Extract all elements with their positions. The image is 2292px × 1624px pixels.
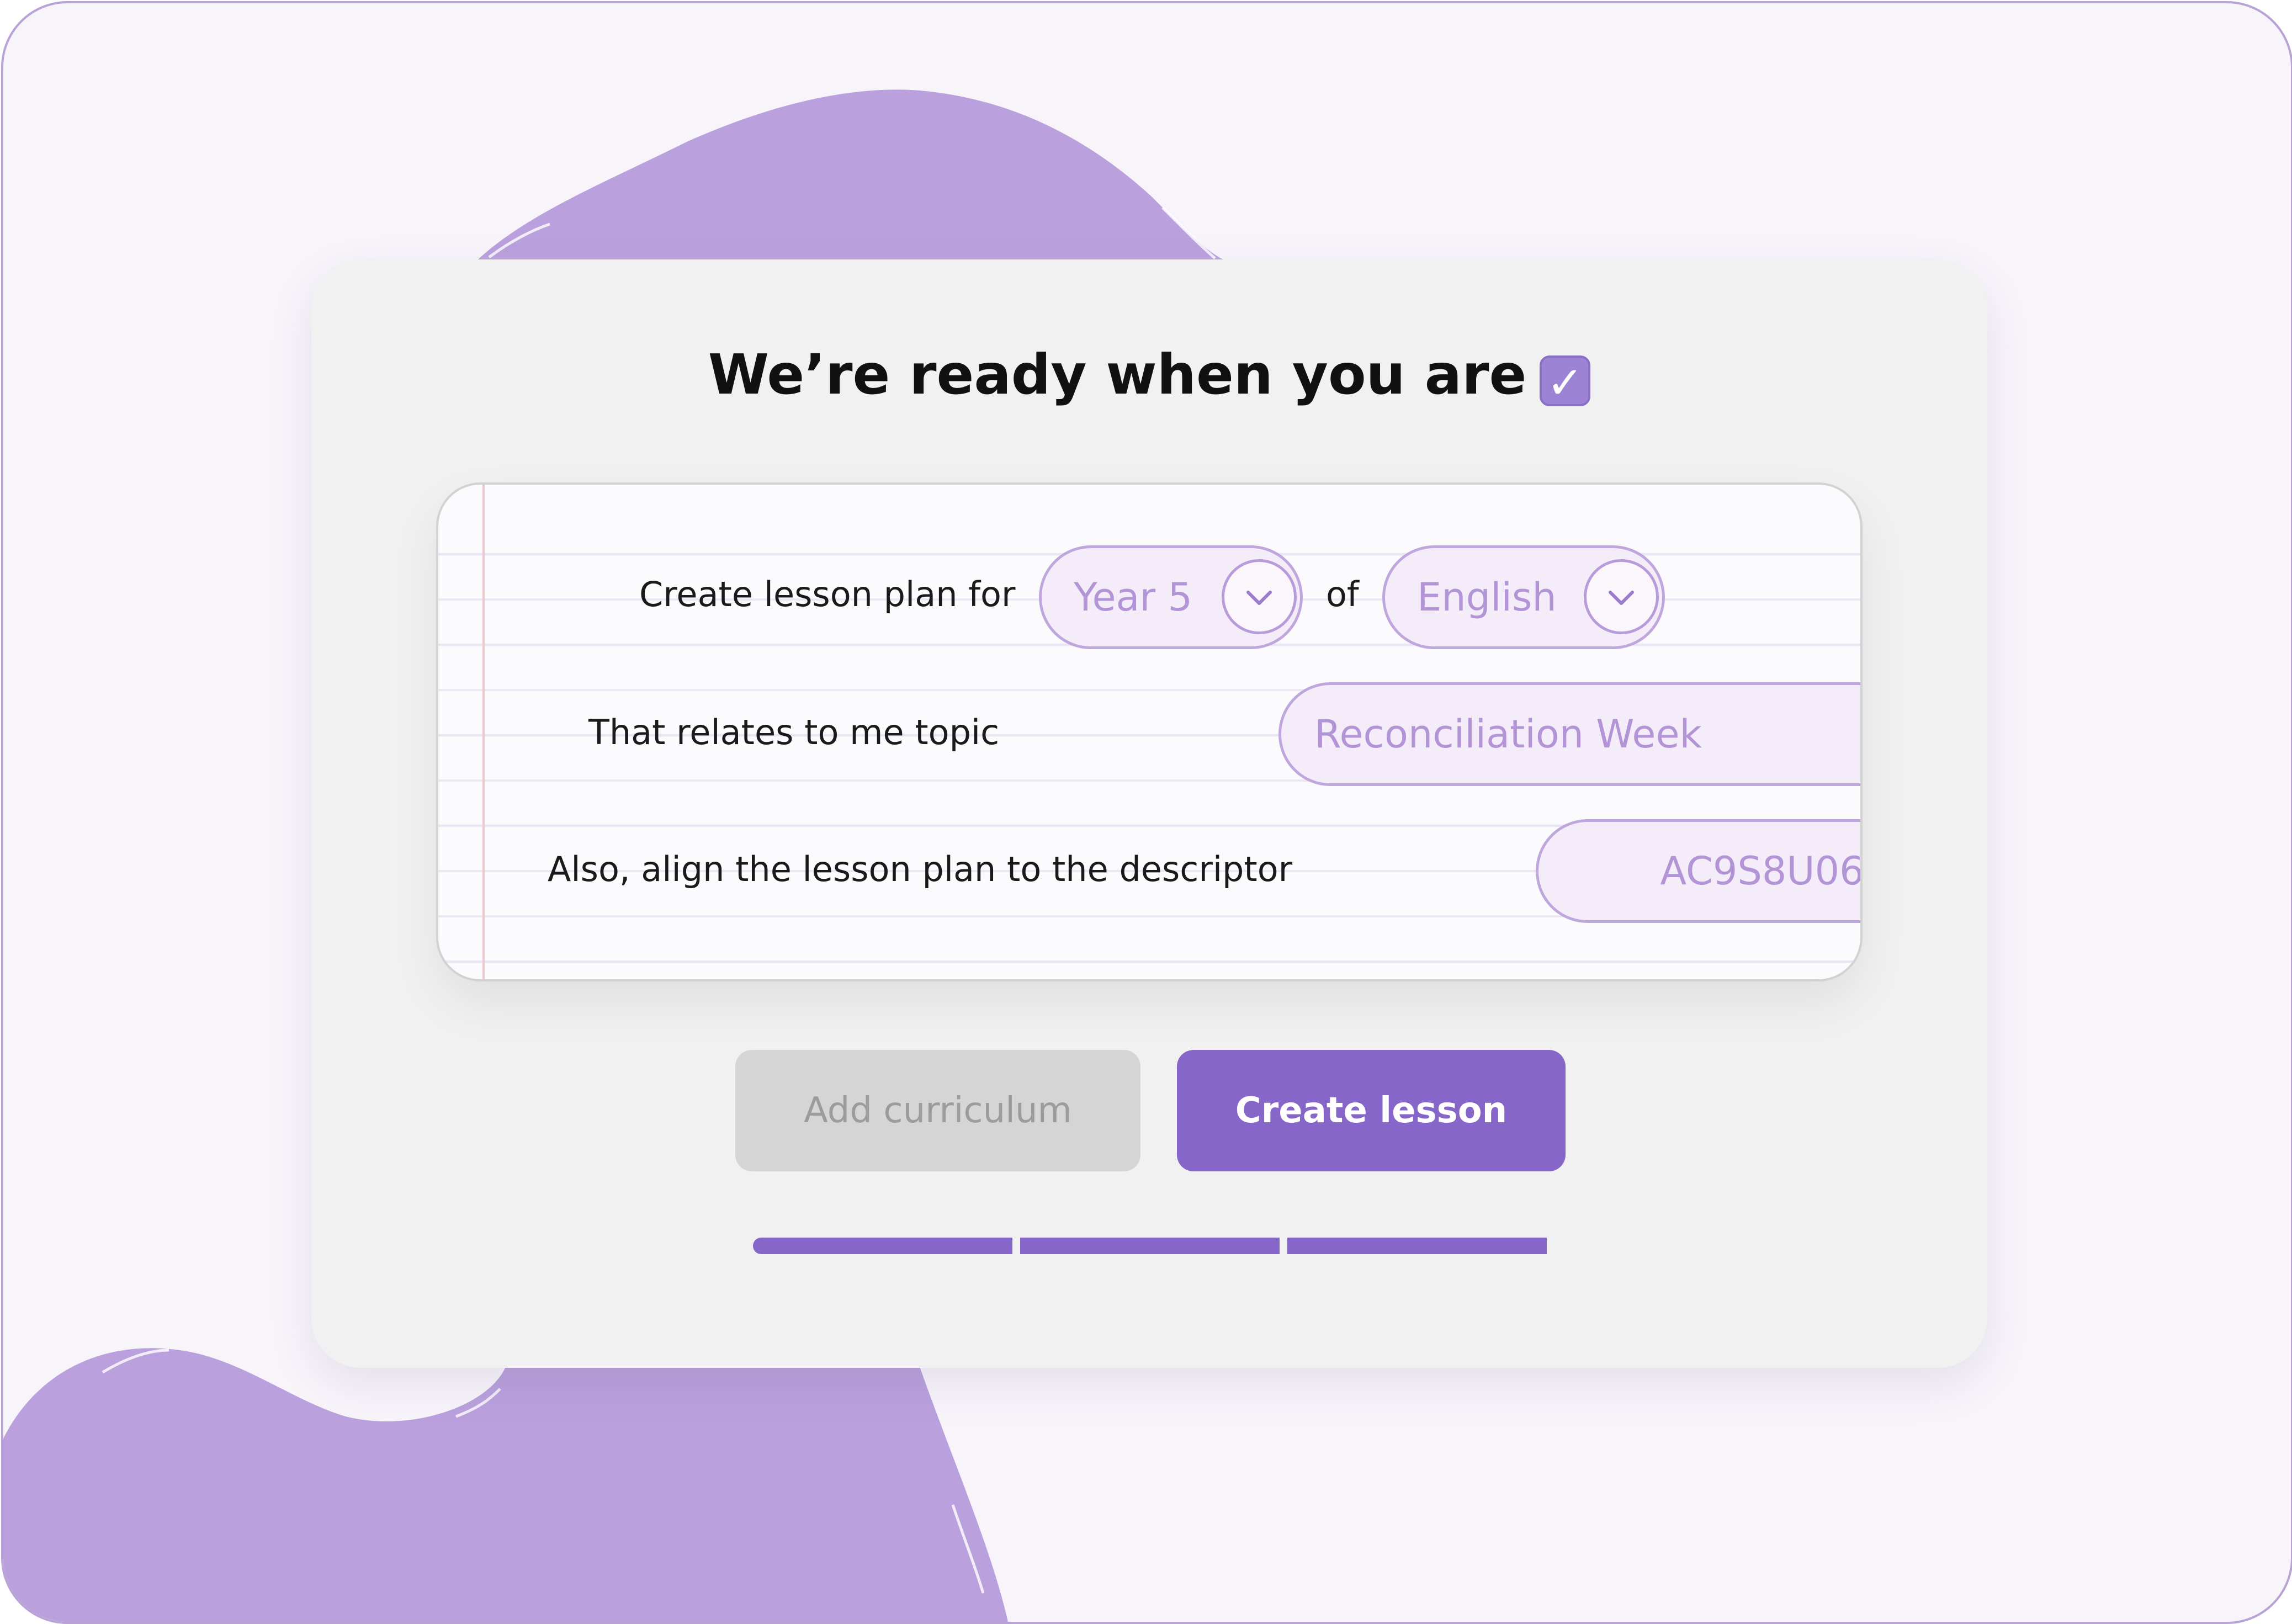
check-box-icon: ✓ bbox=[1540, 355, 1591, 408]
add-curriculum-button[interactable]: Add curriculum bbox=[735, 1050, 1140, 1171]
app-frame: We’re ready when you are ✓ Create lesson … bbox=[1, 1, 2292, 1624]
row1-connector-label: of bbox=[1326, 574, 1359, 614]
lesson-setup-card: We’re ready when you are ✓ Create lesson … bbox=[311, 259, 1987, 1368]
progress-step-2 bbox=[1020, 1238, 1280, 1254]
page-title: We’re ready when you are ✓ bbox=[311, 342, 1987, 408]
paper-margin-line bbox=[482, 485, 485, 979]
row3-descriptor-label: Also, align the lesson plan to the descr… bbox=[548, 849, 1293, 889]
year-chevron-down-icon[interactable] bbox=[1222, 559, 1297, 634]
year-select[interactable]: Year 5 bbox=[1039, 545, 1303, 649]
subject-select-value: English bbox=[1417, 575, 1557, 620]
progress-step-3 bbox=[1287, 1238, 1547, 1254]
subject-select[interactable]: English bbox=[1382, 545, 1665, 649]
year-select-value: Year 5 bbox=[1074, 575, 1192, 620]
row2-topic-label: That relates to me topic bbox=[588, 712, 1000, 752]
subject-chevron-down-icon[interactable] bbox=[1584, 559, 1659, 634]
topic-input-value: Reconciliation Week bbox=[1314, 712, 1702, 757]
progress-step-1 bbox=[753, 1238, 1012, 1254]
create-lesson-button[interactable]: Create lesson bbox=[1177, 1050, 1566, 1171]
topic-input[interactable]: Reconciliation Week bbox=[1278, 682, 1860, 786]
descriptor-input[interactable]: AC9S8U06 bbox=[1536, 819, 1863, 923]
page-title-text: We’re ready when you are bbox=[708, 342, 1527, 407]
lesson-form-panel: Create lesson plan for Year 5 of English… bbox=[436, 482, 1863, 981]
row1-prefix-label: Create lesson plan for bbox=[639, 574, 1016, 614]
descriptor-input-value: AC9S8U06 bbox=[1660, 848, 1863, 894]
